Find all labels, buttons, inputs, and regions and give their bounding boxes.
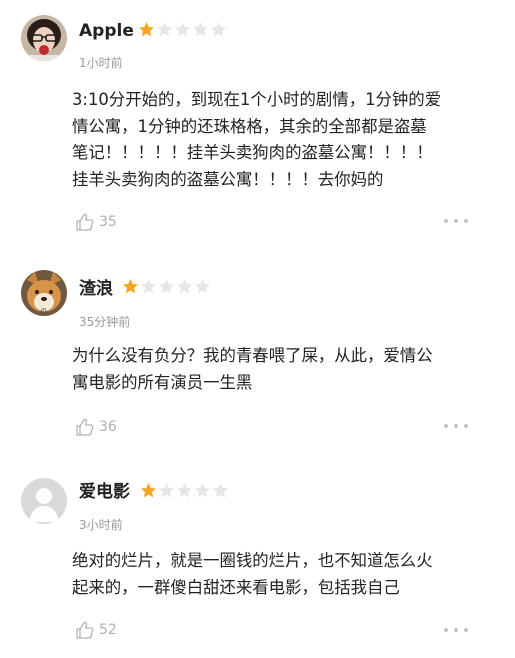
ellipsis-icon-dot bbox=[444, 628, 448, 632]
star-empty-icon bbox=[177, 279, 192, 294]
more-options-button[interactable] bbox=[444, 424, 468, 430]
review-content: 3:10分开始的，到现在1个小时的剧情，1分钟的爱 情公寓，1分钟的还珠格格，其… bbox=[72, 87, 492, 193]
star-empty-icon bbox=[211, 22, 226, 37]
star-rating bbox=[140, 482, 230, 500]
review-line: 3:10分开始的，到现在1个小时的剧情，1分钟的爱 bbox=[72, 90, 442, 109]
star-empty-icon bbox=[195, 483, 210, 498]
star-empty-icon bbox=[141, 279, 156, 294]
star-rating bbox=[138, 21, 228, 39]
ellipsis-icon-dot bbox=[444, 219, 448, 223]
more-options-button[interactable] bbox=[444, 628, 468, 634]
ellipsis-icon-dot bbox=[464, 219, 468, 223]
star-empty-icon bbox=[157, 22, 172, 37]
review-content: 绝对的烂片，就是一圈钱的烂片，也不知道怎么火 起来的，一群傻白甜还来看电影，包括… bbox=[72, 548, 492, 601]
like-count: 52 bbox=[99, 622, 117, 638]
thumbs-up-icon bbox=[76, 213, 94, 231]
thumbs-up-icon bbox=[76, 418, 94, 436]
star-filled-icon bbox=[123, 279, 138, 294]
username[interactable]: Apple bbox=[79, 21, 134, 41]
star-empty-icon bbox=[175, 22, 190, 37]
review-item: 爱电影 3小时前 绝对的烂片，就是一圈钱的烂片，也不知道怎么火 起来的，一群傻白… bbox=[0, 460, 515, 658]
star-rating bbox=[122, 278, 212, 296]
avatar[interactable] bbox=[21, 15, 67, 61]
review-line: 为什么没有负分？我的青春喂了屎，从此，爱情公 bbox=[72, 346, 433, 365]
avatar[interactable]: 仍 bbox=[21, 270, 67, 316]
ellipsis-icon-dot bbox=[464, 628, 468, 632]
star-empty-icon bbox=[193, 22, 208, 37]
star-empty-icon bbox=[177, 483, 192, 498]
review-line: 寓电影的所有演员一生黑 bbox=[72, 372, 253, 392]
ellipsis-icon-dot bbox=[444, 424, 448, 428]
review-item: 仍 渣浪 35分钟前 为什么没有负分？我的青春喂了屎，从此，爱情公 寓电影的所有… bbox=[0, 245, 515, 460]
avatar-image bbox=[21, 15, 67, 61]
default-avatar-icon bbox=[21, 478, 67, 524]
avatar[interactable] bbox=[21, 478, 67, 524]
ellipsis-icon-dot bbox=[454, 628, 458, 632]
ellipsis-icon-dot bbox=[454, 424, 458, 428]
review-line: 情公寓，1分钟的还珠格格，其余的全部都是盗墓 bbox=[72, 116, 427, 136]
review-line: 笔记！！！！！挂羊头卖狗肉的盗墓公寓！！！！ bbox=[72, 143, 433, 162]
star-empty-icon bbox=[159, 483, 174, 498]
thumbs-up-icon bbox=[76, 621, 94, 639]
star-filled-icon bbox=[139, 22, 154, 37]
username[interactable]: 渣浪 bbox=[79, 279, 113, 299]
review-time: 35分钟前 bbox=[79, 315, 131, 329]
ellipsis-icon-dot bbox=[454, 219, 458, 223]
avatar-watermark: 仍 bbox=[41, 307, 48, 316]
star-empty-icon bbox=[213, 483, 228, 498]
star-empty-icon bbox=[159, 279, 174, 294]
review-line: 绝对的烂片，就是一圈钱的烂片，也不知道怎么火 bbox=[72, 551, 433, 570]
review-content: 为什么没有负分？我的青春喂了屎，从此，爱情公 寓电影的所有演员一生黑 bbox=[72, 343, 492, 396]
review-line: 挂羊头卖狗肉的盗墓公寓！！！！去你妈的 bbox=[72, 169, 384, 189]
username[interactable]: 爱电影 bbox=[79, 482, 130, 502]
review-line: 起来的，一群傻白甜还来看电影，包括我自己 bbox=[72, 577, 400, 597]
review-time: 3小时前 bbox=[79, 518, 123, 532]
like-count: 36 bbox=[99, 419, 117, 435]
avatar-image: 仍 bbox=[21, 270, 67, 316]
like-count: 35 bbox=[99, 214, 117, 230]
star-filled-icon bbox=[141, 483, 156, 498]
review-item: Apple 1小时前 3:10分开始的，到现在1个小时的剧情，1分钟的爱 情公寓… bbox=[0, 0, 515, 245]
star-empty-icon bbox=[195, 279, 210, 294]
more-options-button[interactable] bbox=[444, 219, 468, 225]
review-time: 1小时前 bbox=[79, 56, 123, 70]
ellipsis-icon-dot bbox=[464, 424, 468, 428]
